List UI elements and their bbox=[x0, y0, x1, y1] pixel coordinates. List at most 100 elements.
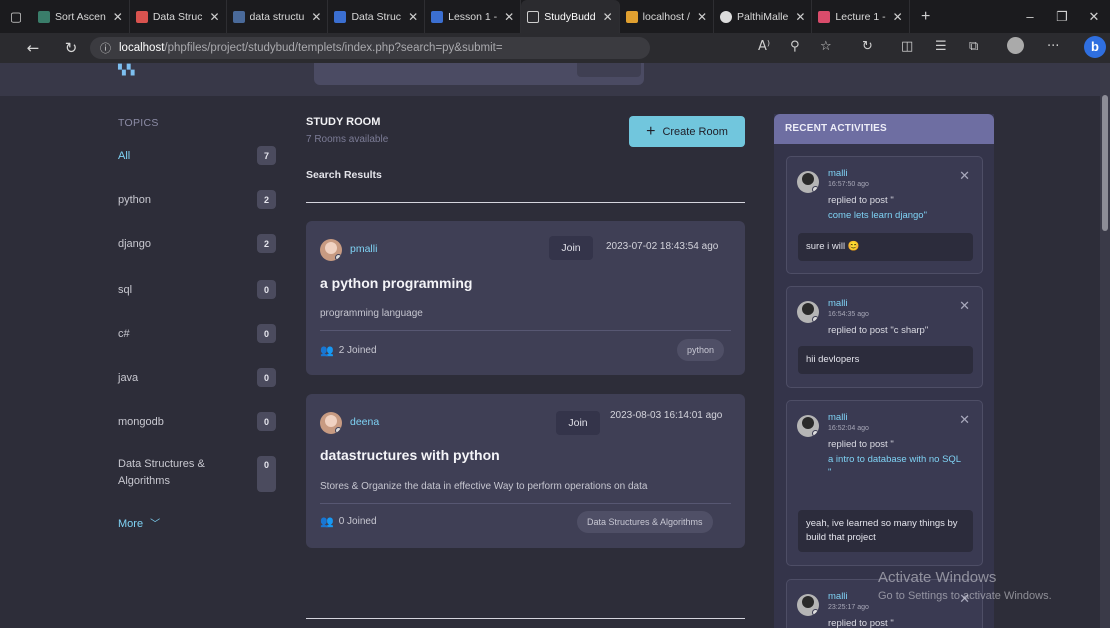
scrollbar-thumb[interactable] bbox=[1102, 95, 1108, 231]
browser-tab[interactable]: Data Struc ✕ bbox=[130, 0, 227, 33]
room-card[interactable]: deena Join 2023-08-03 16:14:01 ago datas… bbox=[306, 394, 745, 548]
activity-post-link[interactable]: a intro to database with no SQL " bbox=[828, 453, 968, 479]
info-icon[interactable]: ⓘ bbox=[100, 40, 111, 56]
activate-windows-watermark: Activate Windows bbox=[878, 569, 997, 586]
close-icon[interactable]: ✕ bbox=[504, 10, 514, 24]
topic-tag[interactable]: Data Structures & Algorithms bbox=[577, 511, 713, 533]
more-options-icon[interactable]: ··· bbox=[1047, 39, 1059, 54]
join-button[interactable]: Join bbox=[549, 236, 593, 260]
topic-item-python[interactable]: python 2 bbox=[118, 190, 276, 209]
browser-tab[interactable]: PalthiMalle ✕ bbox=[714, 0, 813, 33]
header-search-button[interactable] bbox=[577, 63, 641, 77]
room-name-link[interactable]: datastructures with python bbox=[320, 447, 500, 463]
collections-icon[interactable]: ⧉ bbox=[969, 39, 978, 54]
close-icon[interactable]: ✕ bbox=[113, 10, 123, 24]
favorites-list-icon[interactable]: ☰ bbox=[935, 39, 947, 54]
activity-user-link[interactable]: malli bbox=[828, 591, 848, 602]
activity-user-link[interactable]: malli bbox=[828, 168, 848, 179]
sort-icon bbox=[38, 10, 50, 23]
close-icon[interactable]: ✕ bbox=[959, 413, 970, 428]
activity-user-link[interactable]: malli bbox=[828, 298, 848, 309]
browser-tab-active[interactable]: StudyBudd ✕ bbox=[521, 0, 620, 33]
room-host-link[interactable]: pmalli bbox=[350, 243, 377, 255]
avatar[interactable] bbox=[797, 415, 819, 437]
room-description: Stores & Organize the data in effective … bbox=[320, 481, 648, 492]
url-input[interactable]: ⓘ localhost/phpfiles/project/studybud/te… bbox=[90, 37, 650, 59]
avatar[interactable] bbox=[797, 171, 819, 193]
room-description: programming language bbox=[320, 308, 423, 319]
close-icon[interactable]: ✕ bbox=[408, 10, 418, 24]
close-icon[interactable]: ✕ bbox=[697, 10, 707, 24]
divider bbox=[306, 202, 745, 203]
topic-item-mongodb[interactable]: mongodb 0 bbox=[118, 412, 276, 431]
topic-count-badge: 2 bbox=[257, 190, 276, 209]
divider bbox=[306, 618, 745, 619]
favorite-icon[interactable]: ☆ bbox=[820, 39, 832, 54]
window-close-icon[interactable]: ✕ bbox=[1078, 9, 1110, 25]
browser-tab-bar: ▢ Sort Ascen ✕ Data Struc ✕ data structu ✕ … bbox=[0, 0, 1110, 33]
profile-icon[interactable] bbox=[1007, 37, 1024, 54]
topic-count-badge: 7 bbox=[257, 146, 276, 165]
browser-tab[interactable]: data structu ✕ bbox=[227, 0, 329, 33]
close-icon[interactable]: ✕ bbox=[311, 10, 321, 24]
refresh-icon[interactable]: ↻ bbox=[58, 39, 84, 57]
doc-icon bbox=[334, 10, 347, 23]
activity-user-link[interactable]: malli bbox=[828, 412, 848, 423]
topic-count-badge: 0 bbox=[257, 456, 276, 492]
activities-heading: RECENT ACTIVITIES bbox=[774, 114, 994, 144]
browser-tab[interactable]: Sort Ascen ✕ bbox=[32, 0, 130, 33]
activity-time: 16:57:50 ago bbox=[828, 181, 869, 188]
split-screen-icon[interactable]: ◫ bbox=[901, 39, 913, 54]
minimize-icon[interactable]: – bbox=[1014, 9, 1046, 24]
activity-time: 16:54:35 ago bbox=[828, 311, 869, 318]
topic-item-csharp[interactable]: c# 0 bbox=[118, 324, 276, 343]
activity-action: replied to post "c sharp" bbox=[828, 325, 929, 336]
activity-post-link[interactable]: come lets learn django" bbox=[828, 209, 968, 222]
tab-actions-icon[interactable]: ▢ bbox=[0, 9, 32, 25]
topic-count-badge: 0 bbox=[257, 368, 276, 387]
avatar[interactable] bbox=[320, 239, 342, 261]
logo-icon[interactable]: ▚▚ bbox=[118, 65, 135, 76]
extensions-icon[interactable]: ↻ bbox=[862, 39, 873, 54]
users-icon: 👥 bbox=[320, 516, 334, 528]
read-aloud-icon[interactable]: A⁾ bbox=[758, 39, 770, 54]
create-room-button[interactable]: + Create Room bbox=[629, 116, 745, 147]
browser-tab[interactable]: Lesson 1 - ✕ bbox=[425, 0, 522, 33]
topic-item-data-structures[interactable]: Data Structures & Algorithms 0 bbox=[118, 456, 276, 492]
topic-count-badge: 0 bbox=[257, 280, 276, 299]
new-tab-icon[interactable]: + bbox=[910, 8, 942, 26]
room-name-link[interactable]: a python programming bbox=[320, 275, 472, 291]
topic-item-all[interactable]: All 7 bbox=[118, 146, 276, 165]
close-icon[interactable]: ✕ bbox=[893, 10, 903, 24]
browser-tab[interactable]: Lecture 1 - ✕ bbox=[812, 0, 910, 33]
close-icon[interactable]: ✕ bbox=[209, 10, 219, 24]
browser-tab[interactable]: localhost / ✕ bbox=[620, 0, 714, 33]
close-icon[interactable]: ✕ bbox=[959, 299, 970, 314]
avatar[interactable] bbox=[797, 301, 819, 323]
avatar-face bbox=[802, 303, 814, 315]
topic-count-badge: 2 bbox=[257, 234, 276, 253]
close-icon[interactable]: ✕ bbox=[795, 10, 805, 24]
topic-item-java[interactable]: java 0 bbox=[118, 368, 276, 387]
zoom-icon[interactable]: ⚲ bbox=[790, 39, 800, 54]
avatar[interactable] bbox=[797, 594, 819, 616]
close-icon[interactable]: ✕ bbox=[603, 10, 613, 24]
status-dot bbox=[335, 427, 342, 434]
restore-icon[interactable]: ❐ bbox=[1046, 9, 1078, 25]
back-icon[interactable]: ← bbox=[20, 39, 46, 57]
more-topics-link[interactable]: More ﹀ bbox=[118, 515, 160, 530]
join-button[interactable]: Join bbox=[556, 411, 600, 435]
browser-tab[interactable]: Data Struc ✕ bbox=[328, 0, 426, 33]
room-host-link[interactable]: deena bbox=[350, 416, 379, 428]
activity-message: yeah, ive learned so many things by buil… bbox=[798, 510, 973, 552]
topic-item-django[interactable]: django 2 bbox=[118, 234, 276, 253]
page-title: STUDY ROOM bbox=[306, 116, 381, 128]
avatar[interactable] bbox=[320, 412, 342, 434]
room-card[interactable]: pmalli Join 2023-07-02 18:43:54 ago a py… bbox=[306, 221, 745, 375]
topic-item-sql[interactable]: sql 0 bbox=[118, 280, 276, 299]
topic-tag[interactable]: python bbox=[677, 339, 725, 361]
joined-count: 👥 0 Joined bbox=[320, 516, 377, 528]
bing-icon[interactable]: b bbox=[1084, 36, 1106, 58]
close-icon[interactable]: ✕ bbox=[959, 169, 970, 184]
github-icon bbox=[720, 10, 732, 23]
